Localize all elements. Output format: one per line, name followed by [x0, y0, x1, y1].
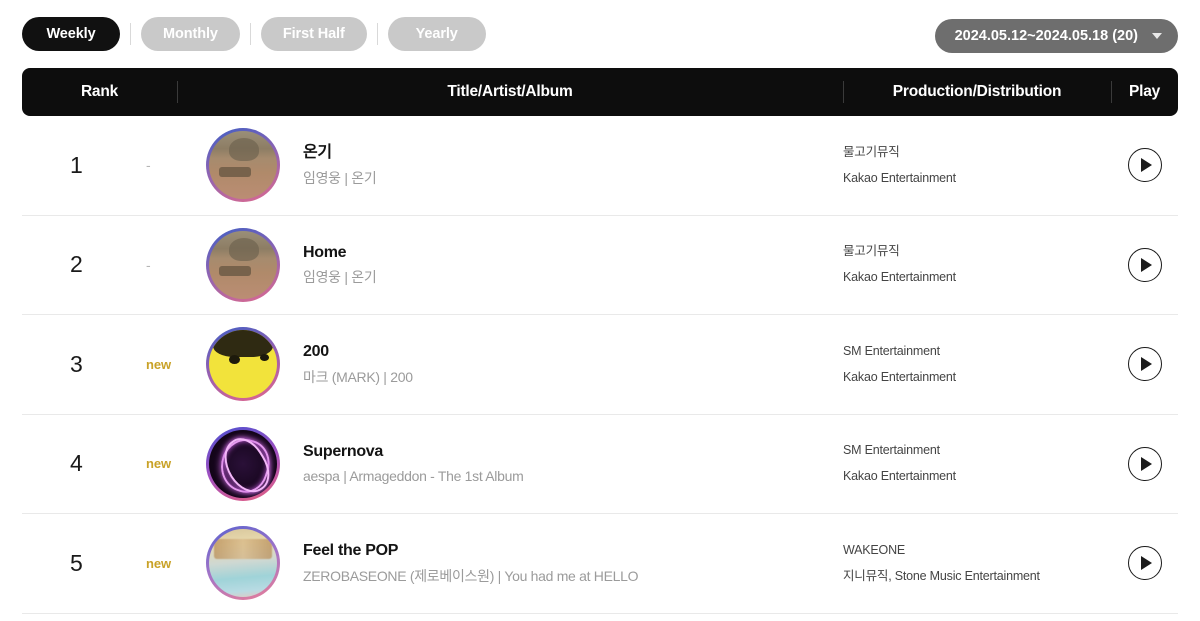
play-cell — [1111, 216, 1178, 315]
rank-number: 2 — [70, 251, 83, 278]
song-title[interactable]: 온기 — [303, 144, 376, 162]
title-cell: 200 마크 (MARK) | 200 — [177, 315, 843, 414]
song-title[interactable]: Home — [303, 244, 376, 262]
distribution-company: Kakao Entertainment — [843, 170, 956, 185]
artist-album[interactable]: 임영웅 | 온기 — [303, 269, 377, 285]
track-meta: Home 임영웅 | 온기 — [280, 244, 377, 286]
song-title[interactable]: Supernova — [303, 443, 523, 461]
rank-cell: 4 new — [22, 415, 177, 514]
song-title[interactable]: 200 — [303, 343, 413, 361]
play-cell — [1111, 514, 1178, 613]
album-art[interactable] — [206, 426, 280, 501]
chart-table-header: Rank Title/Artist/Album Production/Distr… — [22, 68, 1178, 116]
distribution-company: 지니뮤직, Stone Music Entertainment — [843, 568, 1040, 583]
rank-number: 5 — [70, 549, 83, 576]
production-cell: 물고기뮤직 Kakao Entertainment — [843, 116, 1111, 215]
distribution-company: Kakao Entertainment — [843, 270, 956, 285]
title-cell: 온기임영웅 | 온기 — [177, 116, 843, 215]
production-company: 물고기뮤직 — [843, 244, 900, 259]
column-header-title: Title/Artist/Album — [177, 68, 843, 116]
rank-change-badge: new — [146, 456, 171, 472]
chevron-down-icon — [1152, 33, 1162, 39]
track-meta: 온기임영웅 | 온기 — [280, 144, 377, 186]
play-cell — [1111, 415, 1178, 514]
production-company: SM Entertainment — [843, 343, 940, 358]
period-tab-monthly[interactable]: Monthly — [141, 17, 240, 51]
title-cell: Home 임영웅 | 온기 — [177, 216, 843, 315]
play-icon[interactable] — [1127, 247, 1162, 282]
date-range-value: 2024.05.12~2024.05.18 (20) — [954, 28, 1138, 44]
date-range-select[interactable]: 2024.05.12~2024.05.18 (20) — [934, 19, 1178, 53]
rank-cell: 3 new — [22, 315, 177, 414]
artist-album[interactable]: ZEROBASEONE (제로베이스원) | You had me at HEL… — [303, 568, 639, 584]
album-art[interactable] — [206, 128, 280, 203]
tab-divider — [130, 23, 131, 45]
rank-number: 4 — [70, 450, 83, 477]
chart-row-list: 1- 온기 임영웅 | 온기 물고기뮤직 Kakao Entertainment 2- Ho… — [22, 116, 1178, 614]
distribution-company: Kakao Entertainment — [843, 369, 956, 384]
rank-cell: 5 new — [22, 514, 177, 613]
song-title[interactable]: Feel the POP — [303, 542, 638, 560]
play-cell — [1111, 116, 1178, 215]
column-header-production: Production/Distribution — [843, 68, 1111, 116]
chart-page: Weekly Monthly First Half Yearly 2024.05.12… — [0, 0, 1200, 621]
column-header-rank: Rank — [80, 83, 119, 100]
artist-album[interactable]: 마크 (MARK) | 200 — [303, 369, 413, 385]
production-company: SM Entertainment — [843, 443, 940, 458]
table-row[interactable]: 1- 온기 임영웅 | 온기 물고기뮤직 Kakao Entertainment — [22, 116, 1178, 216]
rank-number: 3 — [70, 350, 83, 377]
rank-change-badge: - — [146, 256, 151, 273]
rank-change-badge: new — [146, 555, 171, 571]
artist-album[interactable]: aespa | Armageddon - The 1st Album — [303, 468, 524, 484]
rank-cell: 2- — [22, 216, 177, 315]
table-row[interactable]: 3 new 200 마크 (MARK) | 200 SM Entertainment Ka… — [22, 315, 1178, 415]
title-cell: Supernova aespa | Armageddon - The 1st Al… — [177, 415, 843, 514]
toolbar: Weekly Monthly First Half Yearly 2024.05.12… — [22, 0, 1178, 68]
production-cell: WAKEONE 지니뮤직, Stone Music Entertainment — [843, 514, 1111, 613]
table-row[interactable]: 2- Home 임영웅 | 온기 물고기뮤직 Kakao Entertainment — [22, 216, 1178, 315]
track-meta: Feel the POP ZEROBASEONE (제로베이스원) | You h… — [280, 542, 639, 584]
album-art[interactable] — [206, 526, 280, 601]
rank-change-badge: new — [146, 356, 171, 372]
table-row[interactable]: 4 new Supernova aespa | Armageddon - The 1s… — [22, 415, 1178, 514]
album-art[interactable] — [206, 227, 280, 302]
period-tab-group: Weekly Monthly First Half Yearly — [22, 15, 486, 53]
period-tab-first-half[interactable]: First Half — [260, 17, 367, 51]
production-company: 물고기뮤직 — [843, 144, 900, 159]
column-header-play: Play — [1111, 68, 1178, 116]
rank-change-badge: - — [146, 157, 151, 174]
period-tab-weekly[interactable]: Weekly — [22, 17, 120, 51]
tab-divider — [376, 23, 378, 45]
play-icon[interactable] — [1127, 347, 1162, 382]
play-icon[interactable] — [1127, 148, 1162, 183]
period-tab-yearly[interactable]: Yearly — [387, 17, 486, 51]
track-meta: Supernova aespa | Armageddon - The 1st Al… — [280, 443, 524, 485]
production-cell: 물고기뮤직 Kakao Entertainment — [843, 216, 1111, 315]
album-art[interactable] — [206, 327, 280, 402]
distribution-company: Kakao Entertainment — [843, 469, 956, 484]
play-cell — [1111, 315, 1178, 414]
table-row[interactable]: 5 new Feel the POP ZEROBASEONE (제로베이스원) | Y… — [22, 514, 1178, 614]
tab-divider — [249, 23, 251, 45]
production-cell: SM Entertainment Kakao Entertainment — [843, 315, 1111, 414]
rank-number: 1 — [70, 151, 83, 178]
production-company: WAKEONE — [843, 542, 906, 557]
production-cell: SM Entertainment Kakao Entertainment — [843, 415, 1111, 514]
rank-cell: 1- — [22, 116, 177, 215]
play-icon[interactable] — [1127, 446, 1162, 481]
title-cell: Feel the POP ZEROBASEONE (제로베이스원) | You h… — [177, 514, 843, 613]
play-icon[interactable] — [1127, 546, 1162, 581]
track-meta: 200 마크 (MARK) | 200 — [280, 343, 413, 385]
artist-album[interactable]: 임영웅 | 온기 — [303, 170, 377, 186]
